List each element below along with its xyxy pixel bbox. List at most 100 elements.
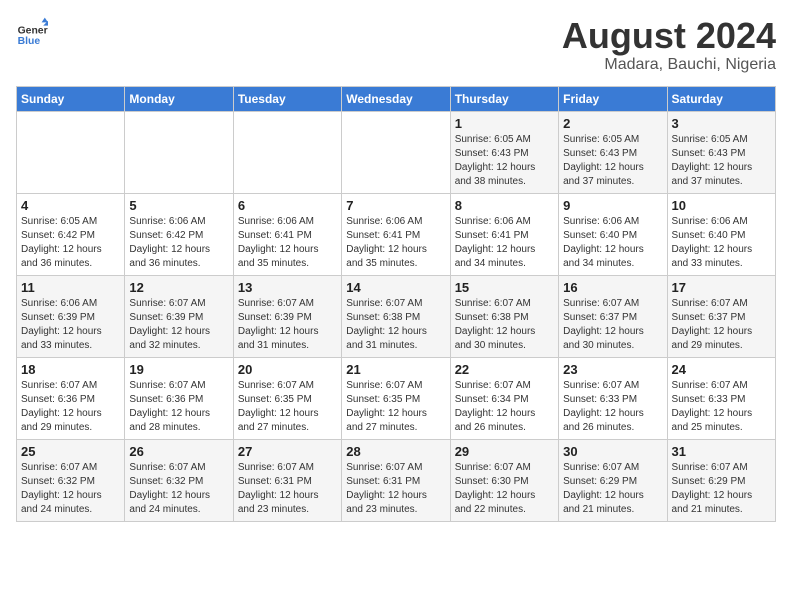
calendar-day-cell <box>125 111 233 193</box>
weekday-header: Saturday <box>667 86 775 111</box>
day-info: Sunrise: 6:06 AM Sunset: 6:42 PM Dayligh… <box>129 215 228 271</box>
day-number: 11 <box>21 280 120 295</box>
day-number: 12 <box>129 280 228 295</box>
weekday-header: Friday <box>559 86 667 111</box>
day-number: 10 <box>672 198 771 213</box>
day-number: 15 <box>455 280 554 295</box>
calendar-day-cell: 7Sunrise: 6:06 AM Sunset: 6:41 PM Daylig… <box>342 193 450 275</box>
day-number: 5 <box>129 198 228 213</box>
calendar-week-row: 18Sunrise: 6:07 AM Sunset: 6:36 PM Dayli… <box>17 357 776 439</box>
day-number: 27 <box>238 444 337 459</box>
day-number: 23 <box>563 362 662 377</box>
day-number: 2 <box>563 116 662 131</box>
calendar-week-row: 11Sunrise: 6:06 AM Sunset: 6:39 PM Dayli… <box>17 275 776 357</box>
day-info: Sunrise: 6:07 AM Sunset: 6:37 PM Dayligh… <box>563 297 662 353</box>
calendar-day-cell: 14Sunrise: 6:07 AM Sunset: 6:38 PM Dayli… <box>342 275 450 357</box>
calendar-day-cell: 20 Sunrise: 6:07 AM Sunset: 6:35 PM Dayli… <box>233 357 341 439</box>
calendar-day-cell: 24 Sunrise: 6:07 AM Sunset: 6:33 PM Dayli… <box>667 357 775 439</box>
calendar-day-cell: 27 Sunrise: 6:07 AM Sunset: 6:31 PM Dayli… <box>233 439 341 521</box>
day-number: 19 <box>129 362 228 377</box>
day-info: Sunrise: 6:07 AM Sunset: 6:33 PM Dayligh… <box>563 379 662 435</box>
calendar-day-cell: 25Sunrise: 6:07 AM Sunset: 6:32 PM Dayli… <box>17 439 125 521</box>
day-info: Sunrise: 6:06 AM Sunset: 6:41 PM Dayligh… <box>346 215 445 271</box>
day-info: Sunrise: 6:07 AM Sunset: 6:37 PM Dayligh… <box>672 297 771 353</box>
day-number: 31 <box>672 444 771 459</box>
day-info: Sunrise: 6:05 AM Sunset: 6:43 PM Dayligh… <box>563 133 662 189</box>
calendar-day-cell: 30 Sunrise: 6:07 AM Sunset: 6:29 PM Dayli… <box>559 439 667 521</box>
day-info: Sunrise: 6:07 AM Sunset: 6:35 PM Dayligh… <box>346 379 445 435</box>
day-info: Sunrise: 6:07 AM Sunset: 6:32 PM Dayligh… <box>21 461 120 517</box>
calendar-week-row: 25Sunrise: 6:07 AM Sunset: 6:32 PM Dayli… <box>17 439 776 521</box>
day-number: 9 <box>563 198 662 213</box>
day-number: 16 <box>563 280 662 295</box>
calendar-day-cell: 17 Sunrise: 6:07 AM Sunset: 6:37 PM Dayli… <box>667 275 775 357</box>
calendar-day-cell <box>342 111 450 193</box>
day-number: 4 <box>21 198 120 213</box>
day-info: Sunrise: 6:07 AM Sunset: 6:38 PM Dayligh… <box>346 297 445 353</box>
calendar-day-cell: 2 Sunrise: 6:05 AM Sunset: 6:43 PM Daylig… <box>559 111 667 193</box>
day-number: 3 <box>672 116 771 131</box>
calendar-table: SundayMondayTuesdayWednesdayThursdayFrid… <box>16 86 776 522</box>
day-number: 30 <box>563 444 662 459</box>
day-info: Sunrise: 6:06 AM Sunset: 6:41 PM Dayligh… <box>455 215 554 271</box>
weekday-header: Tuesday <box>233 86 341 111</box>
calendar-day-cell: 10 Sunrise: 6:06 AM Sunset: 6:40 PM Dayli… <box>667 193 775 275</box>
calendar-header-row: SundayMondayTuesdayWednesdayThursdayFrid… <box>17 86 776 111</box>
day-info: Sunrise: 6:06 AM Sunset: 6:40 PM Dayligh… <box>563 215 662 271</box>
calendar-day-cell: 29 Sunrise: 6:07 AM Sunset: 6:30 PM Dayli… <box>450 439 558 521</box>
day-info: Sunrise: 6:05 AM Sunset: 6:43 PM Dayligh… <box>672 133 771 189</box>
calendar-day-cell: 5 Sunrise: 6:06 AM Sunset: 6:42 PM Daylig… <box>125 193 233 275</box>
calendar-day-cell: 31 Sunrise: 6:07 AM Sunset: 6:29 PM Dayli… <box>667 439 775 521</box>
weekday-header: Sunday <box>17 86 125 111</box>
calendar-day-cell: 23 Sunrise: 6:07 AM Sunset: 6:33 PM Dayli… <box>559 357 667 439</box>
day-info: Sunrise: 6:07 AM Sunset: 6:33 PM Dayligh… <box>672 379 771 435</box>
day-info: Sunrise: 6:07 AM Sunset: 6:39 PM Dayligh… <box>129 297 228 353</box>
weekday-header: Monday <box>125 86 233 111</box>
day-info: Sunrise: 6:07 AM Sunset: 6:30 PM Dayligh… <box>455 461 554 517</box>
calendar-day-cell: 8 Sunrise: 6:06 AM Sunset: 6:41 PM Daylig… <box>450 193 558 275</box>
day-info: Sunrise: 6:07 AM Sunset: 6:29 PM Dayligh… <box>563 461 662 517</box>
day-info: Sunrise: 6:05 AM Sunset: 6:43 PM Dayligh… <box>455 133 554 189</box>
calendar-day-cell: 22Sunrise: 6:07 AM Sunset: 6:34 PM Dayli… <box>450 357 558 439</box>
calendar-day-cell: 9 Sunrise: 6:06 AM Sunset: 6:40 PM Daylig… <box>559 193 667 275</box>
calendar-body: 1 Sunrise: 6:05 AM Sunset: 6:43 PM Daylig… <box>17 111 776 521</box>
day-number: 20 <box>238 362 337 377</box>
day-number: 6 <box>238 198 337 213</box>
day-number: 22 <box>455 362 554 377</box>
day-info: Sunrise: 6:07 AM Sunset: 6:31 PM Dayligh… <box>238 461 337 517</box>
calendar-day-cell <box>233 111 341 193</box>
location-subtitle: Madara, Bauchi, Nigeria <box>562 56 776 74</box>
day-info: Sunrise: 6:05 AM Sunset: 6:42 PM Dayligh… <box>21 215 120 271</box>
day-info: Sunrise: 6:07 AM Sunset: 6:39 PM Dayligh… <box>238 297 337 353</box>
svg-text:General: General <box>18 26 48 37</box>
day-number: 28 <box>346 444 445 459</box>
calendar-day-cell: 15 Sunrise: 6:07 AM Sunset: 6:38 PM Dayli… <box>450 275 558 357</box>
calendar-day-cell: 4 Sunrise: 6:05 AM Sunset: 6:42 PM Daylig… <box>17 193 125 275</box>
day-info: Sunrise: 6:07 AM Sunset: 6:32 PM Dayligh… <box>129 461 228 517</box>
calendar-day-cell: 28Sunrise: 6:07 AM Sunset: 6:31 PM Dayli… <box>342 439 450 521</box>
day-info: Sunrise: 6:06 AM Sunset: 6:41 PM Dayligh… <box>238 215 337 271</box>
calendar-week-row: 1 Sunrise: 6:05 AM Sunset: 6:43 PM Daylig… <box>17 111 776 193</box>
calendar-day-cell: 1 Sunrise: 6:05 AM Sunset: 6:43 PM Daylig… <box>450 111 558 193</box>
day-number: 26 <box>129 444 228 459</box>
day-number: 13 <box>238 280 337 295</box>
day-info: Sunrise: 6:07 AM Sunset: 6:38 PM Dayligh… <box>455 297 554 353</box>
weekday-header: Thursday <box>450 86 558 111</box>
calendar-day-cell: 26 Sunrise: 6:07 AM Sunset: 6:32 PM Dayli… <box>125 439 233 521</box>
day-number: 29 <box>455 444 554 459</box>
day-info: Sunrise: 6:07 AM Sunset: 6:35 PM Dayligh… <box>238 379 337 435</box>
calendar-day-cell <box>17 111 125 193</box>
calendar-day-cell: 16 Sunrise: 6:07 AM Sunset: 6:37 PM Dayli… <box>559 275 667 357</box>
day-number: 17 <box>672 280 771 295</box>
day-number: 21 <box>346 362 445 377</box>
day-info: Sunrise: 6:07 AM Sunset: 6:36 PM Dayligh… <box>21 379 120 435</box>
calendar-day-cell: 18Sunrise: 6:07 AM Sunset: 6:36 PM Dayli… <box>17 357 125 439</box>
day-number: 24 <box>672 362 771 377</box>
calendar-day-cell: 11Sunrise: 6:06 AM Sunset: 6:39 PM Dayli… <box>17 275 125 357</box>
day-info: Sunrise: 6:07 AM Sunset: 6:29 PM Dayligh… <box>672 461 771 517</box>
calendar-day-cell: 6 Sunrise: 6:06 AM Sunset: 6:41 PM Daylig… <box>233 193 341 275</box>
day-number: 1 <box>455 116 554 131</box>
day-number: 8 <box>455 198 554 213</box>
day-info: Sunrise: 6:06 AM Sunset: 6:40 PM Dayligh… <box>672 215 771 271</box>
weekday-header: Wednesday <box>342 86 450 111</box>
